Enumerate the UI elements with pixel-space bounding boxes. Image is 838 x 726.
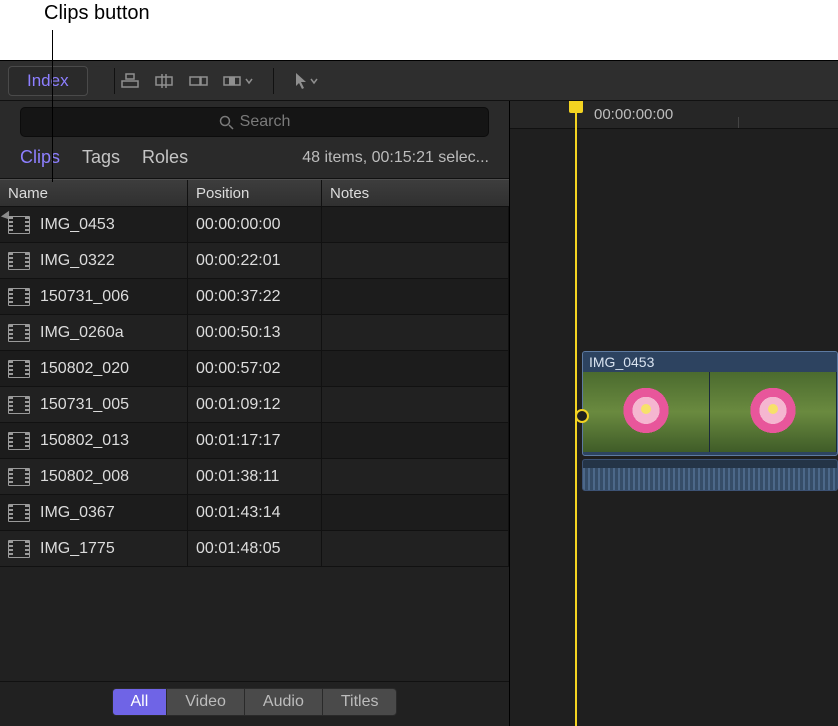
timeline-clip[interactable]: IMG_0453	[582, 351, 838, 456]
clip-name: 150802_020	[40, 360, 129, 378]
toolbar: Index	[0, 61, 838, 101]
index-panel: Search Clips Tags Roles 48 items, 00:15:…	[0, 101, 510, 726]
toolbar-separator	[114, 68, 115, 94]
table-row[interactable]: IMG_0453 00:00:00:00	[0, 207, 509, 243]
clip-name: 150731_006	[40, 288, 129, 306]
toolbar-separator	[273, 68, 274, 94]
clip-position: 00:00:00:00	[196, 216, 281, 234]
audio-waveform	[583, 468, 837, 490]
callout-line	[52, 30, 53, 182]
callout-label: Clips button	[44, 2, 150, 25]
filter-video-button[interactable]: Video	[166, 688, 245, 716]
clip-icon	[8, 468, 30, 486]
clip-icon	[8, 360, 30, 378]
clip-position: 00:00:22:01	[196, 252, 281, 270]
overwrite-clip-icon[interactable]	[223, 73, 253, 89]
clip-icon	[8, 396, 30, 414]
filter-titles-button[interactable]: Titles	[322, 688, 398, 716]
clip-position: 00:01:09:12	[196, 396, 281, 414]
clip-thumbnail	[583, 372, 710, 452]
timeline[interactable]: 00:00:00:00 IMG_0453	[510, 101, 838, 726]
clip-icon	[8, 252, 30, 270]
filter-bar: All Video Audio Titles	[0, 681, 509, 726]
clip-edge-handle-icon[interactable]	[575, 409, 589, 423]
table-row[interactable]: 150731_005 00:01:09:12	[0, 387, 509, 423]
column-position[interactable]: Position	[188, 180, 322, 206]
clip-name: 150731_005	[40, 396, 129, 414]
clip-position: 00:01:43:14	[196, 504, 281, 522]
ruler-tick	[738, 117, 739, 128]
column-name[interactable]: Name	[0, 180, 188, 206]
tab-tags[interactable]: Tags	[82, 147, 120, 168]
filter-audio-button[interactable]: Audio	[244, 688, 323, 716]
clip-name: IMG_1775	[40, 540, 115, 558]
select-tool-icon[interactable]	[294, 72, 318, 90]
clip-position: 00:01:17:17	[196, 432, 281, 450]
timeline-ruler[interactable]: 00:00:00:00	[510, 101, 838, 129]
tab-clips[interactable]: Clips	[20, 147, 60, 168]
index-button[interactable]: Index	[8, 66, 88, 96]
clip-name: IMG_0367	[40, 504, 115, 522]
clip-name: 150802_013	[40, 432, 129, 450]
search-placeholder: Search	[240, 113, 291, 131]
table-row[interactable]: 150802_020 00:00:57:02	[0, 351, 509, 387]
clip-name: 150802_008	[40, 468, 129, 486]
table-row[interactable]: IMG_0367 00:01:43:14	[0, 495, 509, 531]
clip-name: IMG_0322	[40, 252, 115, 270]
toolbar-tools	[121, 68, 318, 94]
clip-name: IMG_0260a	[40, 324, 124, 342]
clip-thumbnails	[583, 372, 837, 452]
column-notes[interactable]: Notes	[322, 180, 509, 206]
append-clip-icon[interactable]	[189, 73, 209, 89]
table-row[interactable]: IMG_0260a 00:00:50:13	[0, 315, 509, 351]
ruler-timecode: 00:00:00:00	[594, 106, 673, 123]
table-row[interactable]: 150802_008 00:01:38:11	[0, 459, 509, 495]
search-input[interactable]: Search	[20, 107, 489, 137]
clip-icon	[8, 288, 30, 306]
insert-clip-icon[interactable]	[155, 73, 175, 89]
clip-position: 00:00:57:02	[196, 360, 281, 378]
clip-position: 00:01:48:05	[196, 540, 281, 558]
clip-icon	[8, 216, 30, 234]
timeline-clip-title: IMG_0453	[583, 352, 837, 372]
columns-header: Name Position Notes	[0, 179, 509, 207]
table-row[interactable]: IMG_1775 00:01:48:05	[0, 531, 509, 567]
clip-position: 00:00:50:13	[196, 324, 281, 342]
table-row[interactable]: 150802_013 00:01:17:17	[0, 423, 509, 459]
tab-roles[interactable]: Roles	[142, 147, 188, 168]
app-window: Index	[0, 60, 838, 726]
clip-position: 00:00:37:22	[196, 288, 281, 306]
clip-track: IMG_0453	[582, 351, 838, 491]
index-status-text: 48 items, 00:15:21 selec...	[302, 149, 489, 167]
clip-icon	[8, 504, 30, 522]
timeline-clip-audio[interactable]	[582, 459, 838, 491]
clip-name: IMG_0453	[40, 216, 115, 234]
filter-all-button[interactable]: All	[112, 688, 168, 716]
search-icon	[219, 115, 234, 130]
connect-clip-icon[interactable]	[121, 73, 141, 89]
clip-thumbnail	[710, 372, 837, 452]
playhead-handle-icon[interactable]	[569, 101, 583, 113]
table-row[interactable]: IMG_0322 00:00:22:01	[0, 243, 509, 279]
clip-icon	[8, 432, 30, 450]
clip-position: 00:01:38:11	[196, 468, 279, 486]
clip-icon	[8, 540, 30, 558]
clip-list: IMG_0453 00:00:00:00 IMG_0322 00:00:22:0…	[0, 207, 509, 681]
clip-icon	[8, 324, 30, 342]
table-row[interactable]: 150731_006 00:00:37:22	[0, 279, 509, 315]
